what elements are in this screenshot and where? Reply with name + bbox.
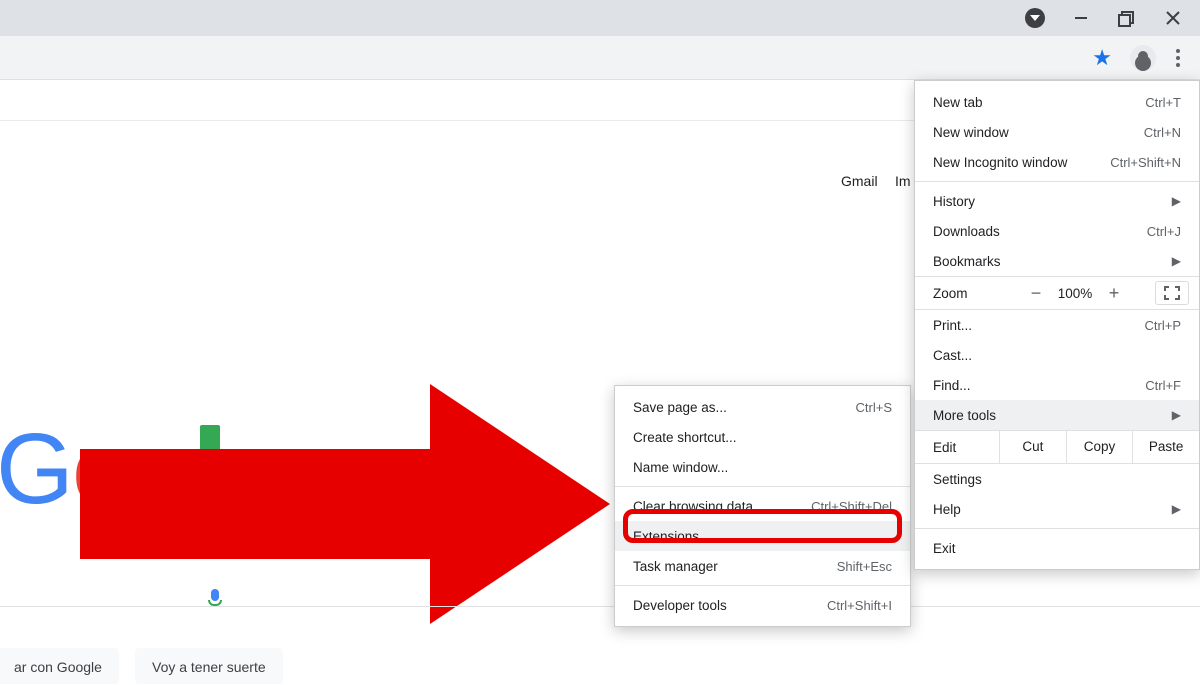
menu-item-more-tools[interactable]: More tools ▶ xyxy=(915,400,1199,430)
menu-item-task-manager[interactable]: Task manager Shift+Esc xyxy=(615,551,910,581)
zoom-value: 100% xyxy=(1051,286,1099,301)
menu-label: History xyxy=(933,194,975,209)
window-close-button[interactable] xyxy=(1150,0,1196,36)
menu-item-downloads[interactable]: Downloads Ctrl+J xyxy=(915,216,1199,246)
menu-item-find[interactable]: Find... Ctrl+F xyxy=(915,370,1199,400)
menu-shortcut: Ctrl+N xyxy=(1144,125,1181,140)
menu-item-developer-tools[interactable]: Developer tools Ctrl+Shift+I xyxy=(615,590,910,620)
menu-item-clear-browsing-data[interactable]: Clear browsing data... Ctrl+Shift+Del xyxy=(615,491,910,521)
images-link[interactable]: Im xyxy=(895,173,911,189)
menu-label: Clear browsing data... xyxy=(633,499,764,514)
menu-shortcut: Ctrl+T xyxy=(1145,95,1181,110)
profile-avatar-icon[interactable] xyxy=(1130,45,1156,71)
menu-item-exit[interactable]: Exit xyxy=(915,533,1199,563)
menu-separator xyxy=(615,486,910,487)
chrome-menu-button[interactable] xyxy=(1174,49,1182,67)
chevron-right-icon: ▶ xyxy=(1172,194,1181,208)
edit-paste-button[interactable]: Paste xyxy=(1132,430,1199,464)
menu-item-new-window[interactable]: New window Ctrl+N xyxy=(915,117,1199,147)
menu-item-cast[interactable]: Cast... xyxy=(915,340,1199,370)
menu-separator xyxy=(615,585,910,586)
menu-shortcut: Ctrl+Shift+I xyxy=(827,598,892,613)
menu-shortcut: Ctrl+Shift+Del xyxy=(811,499,892,514)
browser-toolbar: ★ xyxy=(0,36,1200,80)
window-titlebar xyxy=(0,0,1200,36)
divider xyxy=(0,606,1200,607)
feeling-lucky-button[interactable]: Voy a tener suerte xyxy=(135,648,283,684)
more-tools-submenu: Save page as... Ctrl+S Create shortcut..… xyxy=(614,385,911,627)
menu-label: Extensions xyxy=(633,529,699,544)
menu-label: Developer tools xyxy=(633,598,727,613)
menu-item-extensions[interactable]: Extensions xyxy=(615,521,910,551)
zoom-in-button[interactable]: + xyxy=(1099,283,1129,304)
menu-separator xyxy=(915,181,1199,182)
menu-shortcut: Shift+Esc xyxy=(837,559,892,574)
window-minimize-button[interactable] xyxy=(1058,0,1104,36)
menu-label: Task manager xyxy=(633,559,718,574)
chrome-main-menu: New tab Ctrl+T New window Ctrl+N New Inc… xyxy=(914,80,1200,570)
chevron-right-icon: ▶ xyxy=(1172,408,1181,422)
edit-copy-button[interactable]: Copy xyxy=(1066,430,1133,464)
microphone-icon[interactable] xyxy=(208,589,222,607)
menu-item-history[interactable]: History ▶ xyxy=(915,186,1199,216)
menu-shortcut: Ctrl+J xyxy=(1147,224,1181,239)
menu-item-bookmarks[interactable]: Bookmarks ▶ xyxy=(915,246,1199,276)
menu-label: Bookmarks xyxy=(933,254,1001,269)
menu-shortcut: Ctrl+Shift+N xyxy=(1110,155,1181,170)
menu-shortcut: Ctrl+P xyxy=(1145,318,1181,333)
menu-item-zoom: Zoom − 100% + xyxy=(915,276,1199,310)
menu-item-save-page-as[interactable]: Save page as... Ctrl+S xyxy=(615,392,910,422)
menu-item-print[interactable]: Print... Ctrl+P xyxy=(915,310,1199,340)
menu-item-help[interactable]: Help ▶ xyxy=(915,494,1199,524)
menu-label: Create shortcut... xyxy=(633,430,737,445)
window-maximize-button[interactable] xyxy=(1104,0,1150,36)
zoom-out-button[interactable]: − xyxy=(1021,283,1051,304)
menu-label: New Incognito window xyxy=(933,155,1067,170)
account-dropdown-icon[interactable] xyxy=(1012,0,1058,36)
menu-item-name-window[interactable]: Name window... xyxy=(615,452,910,482)
menu-item-create-shortcut[interactable]: Create shortcut... xyxy=(615,422,910,452)
chevron-right-icon: ▶ xyxy=(1172,254,1181,268)
menu-label: Name window... xyxy=(633,460,728,475)
gmail-link[interactable]: Gmail xyxy=(841,173,878,189)
menu-label: New tab xyxy=(933,95,983,110)
menu-item-new-tab[interactable]: New tab Ctrl+T xyxy=(915,87,1199,117)
annotation-red-arrow xyxy=(80,384,620,624)
menu-label: Settings xyxy=(933,472,982,487)
menu-shortcut: Ctrl+S xyxy=(856,400,892,415)
edit-cut-button[interactable]: Cut xyxy=(999,430,1066,464)
menu-label: Save page as... xyxy=(633,400,727,415)
zoom-label: Zoom xyxy=(933,286,1021,301)
menu-item-settings[interactable]: Settings xyxy=(915,464,1199,494)
menu-shortcut: Ctrl+F xyxy=(1145,378,1181,393)
menu-label: Help xyxy=(933,502,961,517)
menu-label: Downloads xyxy=(933,224,1000,239)
menu-label: More tools xyxy=(933,408,996,423)
menu-label: Exit xyxy=(933,541,956,556)
edit-label: Edit xyxy=(933,440,999,455)
menu-label: Find... xyxy=(933,378,971,393)
chevron-right-icon: ▶ xyxy=(1172,502,1181,516)
menu-item-new-incognito[interactable]: New Incognito window Ctrl+Shift+N xyxy=(915,147,1199,177)
fullscreen-button[interactable] xyxy=(1155,281,1189,305)
menu-label: Print... xyxy=(933,318,972,333)
google-search-button[interactable]: ar con Google xyxy=(0,648,119,684)
menu-label: Cast... xyxy=(933,348,972,363)
menu-item-edit: Edit Cut Copy Paste xyxy=(915,430,1199,464)
bookmark-star-icon[interactable]: ★ xyxy=(1092,45,1112,71)
menu-separator xyxy=(915,528,1199,529)
menu-label: New window xyxy=(933,125,1009,140)
